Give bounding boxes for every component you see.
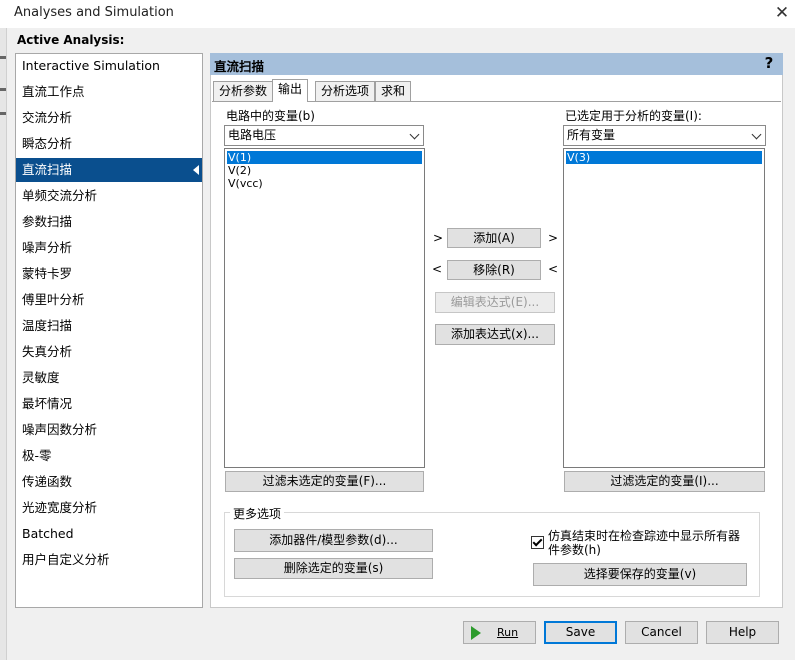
- analysis-item-label: 噪声因数分析: [22, 422, 98, 437]
- run-button[interactable]: Run: [463, 621, 536, 644]
- close-icon[interactable]: ✕: [772, 2, 792, 24]
- more-options-title: 更多选项: [230, 505, 285, 522]
- analysis-item-label: 瞬态分析: [22, 136, 73, 151]
- analysis-item[interactable]: 蒙特卡罗: [16, 262, 202, 286]
- analysis-item[interactable]: 最坏情况: [16, 392, 202, 416]
- show-all-params-label: 仿真结束时在检查踪迹中显示所有器 件参数(h): [548, 529, 740, 557]
- selection-arrow-icon: [193, 165, 199, 175]
- run-label: Run: [497, 626, 519, 639]
- add-device-param-button[interactable]: 添加器件/模型参数(d)...: [234, 529, 433, 552]
- section-title: 直流扫描: [214, 59, 265, 74]
- circuit-vars-label: 电路中的变量(b): [226, 109, 315, 123]
- analysis-item-label: 噪声分析: [22, 240, 73, 255]
- help-icon[interactable]: ?: [761, 54, 777, 72]
- analysis-item-label: 直流扫描: [22, 162, 73, 177]
- analysis-item[interactable]: 噪声因数分析: [16, 418, 202, 442]
- filter-unselected-button[interactable]: 过滤未选定的变量(F)...: [225, 471, 424, 492]
- delete-selected-var-button[interactable]: 删除选定的变量(s): [234, 558, 433, 579]
- analysis-item-label: 交流分析: [22, 110, 73, 125]
- right-arrow-icon: >: [433, 231, 444, 245]
- window-edge: [0, 28, 7, 660]
- left-arrow-icon: <: [548, 262, 559, 276]
- window-title: Analyses and Simulation: [14, 5, 174, 20]
- list-item[interactable]: V(vcc): [227, 177, 422, 190]
- analysis-item[interactable]: 光迹宽度分析: [16, 496, 202, 520]
- analysis-item-label: 参数扫描: [22, 214, 73, 229]
- list-item[interactable]: V(3): [566, 151, 762, 164]
- right-arrow-icon: >: [548, 231, 559, 245]
- analysis-item[interactable]: 灵敏度: [16, 366, 202, 390]
- analysis-item[interactable]: 交流分析: [16, 106, 202, 130]
- analysis-item[interactable]: 极-零: [16, 444, 202, 468]
- analysis-item[interactable]: Interactive Simulation: [16, 54, 202, 78]
- chevron-down-icon: [409, 129, 420, 140]
- tab-analysis-options[interactable]: 分析选项: [315, 81, 376, 101]
- circuit-vars-filter-value: 电路电压: [228, 128, 277, 142]
- left-arrow-icon: <: [432, 262, 443, 276]
- selected-vars-filter-value: 所有变量: [567, 128, 616, 142]
- chevron-down-icon: [751, 129, 762, 140]
- analysis-item-label: 灵敏度: [22, 370, 60, 385]
- cancel-button[interactable]: Cancel: [625, 621, 698, 644]
- analysis-item-label: 极-零: [22, 448, 52, 463]
- show-all-params-label-line2: 件参数(h): [548, 543, 601, 557]
- analysis-item[interactable]: 直流工作点: [16, 80, 202, 104]
- edge-mark: [0, 112, 6, 115]
- analysis-item[interactable]: 单频交流分析: [16, 184, 202, 208]
- analysis-item-label: Batched: [22, 526, 74, 541]
- selected-vars-listbox[interactable]: V(3): [563, 148, 765, 468]
- analysis-list[interactable]: Interactive Simulation 直流工作点交流分析瞬态分析直流扫描单…: [15, 53, 203, 608]
- analysis-item-label: 最坏情况: [22, 396, 73, 411]
- show-all-params-checkbox[interactable]: [531, 536, 544, 549]
- tab-analysis-params[interactable]: 分析参数: [213, 81, 274, 101]
- analysis-item-label: 单频交流分析: [22, 188, 98, 203]
- analysis-item[interactable]: 直流扫描: [16, 158, 202, 182]
- analysis-item-label: 直流工作点: [22, 84, 85, 99]
- analysis-item-label: 傅里叶分析: [22, 292, 85, 307]
- tab-output[interactable]: 输出: [272, 79, 309, 102]
- active-analysis-label: Active Analysis:: [17, 33, 125, 47]
- analysis-item-label: 蒙特卡罗: [22, 266, 73, 281]
- analysis-item-label: 温度扫描: [22, 318, 73, 333]
- tab-summary[interactable]: 求和: [375, 81, 412, 101]
- show-all-params-label-line1: 仿真结束时在检查踪迹中显示所有器: [548, 529, 741, 543]
- analysis-item[interactable]: 噪声分析: [16, 236, 202, 260]
- analysis-item[interactable]: 传递函数: [16, 470, 202, 494]
- edge-mark: [0, 88, 6, 91]
- edit-expression-button[interactable]: 编辑表达式(E)...: [435, 292, 555, 313]
- list-item[interactable]: V(1): [227, 151, 422, 164]
- add-button[interactable]: 添加(A): [447, 228, 541, 248]
- filter-selected-button[interactable]: 过滤选定的变量(I)...: [564, 471, 765, 492]
- analysis-item-label: 光迹宽度分析: [22, 500, 98, 515]
- choose-saved-vars-button[interactable]: 选择要保存的变量(v): [533, 563, 747, 586]
- analysis-item-label: Interactive Simulation: [22, 58, 160, 73]
- analysis-item-label: 传递函数: [22, 474, 73, 489]
- play-icon: [471, 626, 481, 640]
- analysis-item[interactable]: 温度扫描: [16, 314, 202, 338]
- checkmark-icon: [532, 536, 543, 547]
- selected-vars-filter-combo[interactable]: 所有变量: [563, 125, 766, 146]
- analysis-item[interactable]: Batched: [16, 522, 202, 546]
- remove-button[interactable]: 移除(R): [447, 260, 541, 280]
- edge-mark: [0, 56, 6, 59]
- analysis-item[interactable]: 参数扫描: [16, 210, 202, 234]
- selected-vars-label: 已选定用于分析的变量(I):: [565, 109, 702, 123]
- analysis-item[interactable]: 用户自定义分析: [16, 548, 202, 572]
- analysis-item-label: 用户自定义分析: [22, 552, 110, 567]
- save-button[interactable]: Save: [544, 621, 617, 644]
- analysis-item[interactable]: 失真分析: [16, 340, 202, 364]
- list-item[interactable]: V(2): [227, 164, 422, 177]
- circuit-vars-listbox[interactable]: V(1) V(2) V(vcc): [224, 148, 425, 468]
- help-button[interactable]: Help: [706, 621, 779, 644]
- section-header: [210, 53, 783, 75]
- analysis-item[interactable]: 瞬态分析: [16, 132, 202, 156]
- analysis-item[interactable]: 傅里叶分析: [16, 288, 202, 312]
- analysis-item-label: 失真分析: [22, 344, 73, 359]
- add-expression-button[interactable]: 添加表达式(x)...: [435, 324, 555, 345]
- circuit-vars-filter-combo[interactable]: 电路电压: [224, 125, 424, 146]
